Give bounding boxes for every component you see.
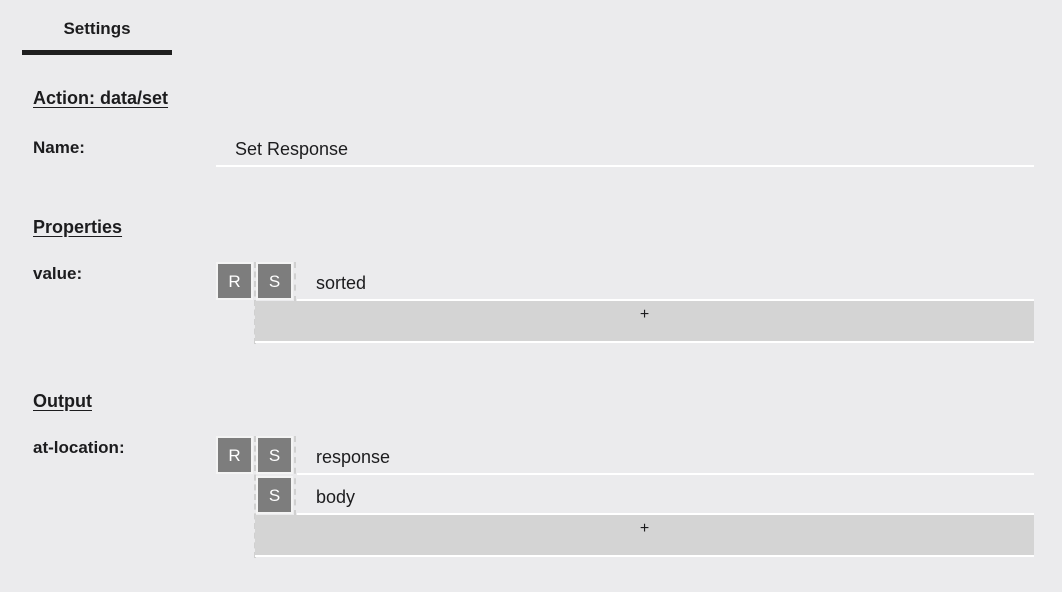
at-location-label: at-location: <box>33 438 125 457</box>
location-segment-text[interactable]: body <box>316 487 355 508</box>
properties-title: Properties <box>33 217 123 237</box>
value-label: value: <box>33 264 83 283</box>
value-text[interactable]: sorted <box>316 273 366 294</box>
tab-active-indicator <box>22 50 172 55</box>
add-property-button[interactable]: + <box>255 301 1034 343</box>
segment-badge[interactable]: S <box>256 262 293 300</box>
root-badge[interactable]: R <box>216 262 253 300</box>
add-location-button[interactable]: + <box>255 515 1034 557</box>
name-input[interactable] <box>216 134 1034 167</box>
nest-guide <box>294 262 296 302</box>
nest-guide <box>294 436 296 516</box>
name-label: Name: <box>33 138 85 157</box>
segment-badge[interactable]: S <box>256 436 293 474</box>
segment-badge[interactable]: S <box>256 476 293 514</box>
output-title: Output <box>33 391 92 411</box>
tab-settings[interactable]: Settings <box>22 0 172 56</box>
location-segment-text[interactable]: response <box>316 447 390 468</box>
row-divider <box>297 473 1034 475</box>
root-badge[interactable]: R <box>216 436 253 474</box>
action-title: Action: data/set <box>33 88 169 108</box>
